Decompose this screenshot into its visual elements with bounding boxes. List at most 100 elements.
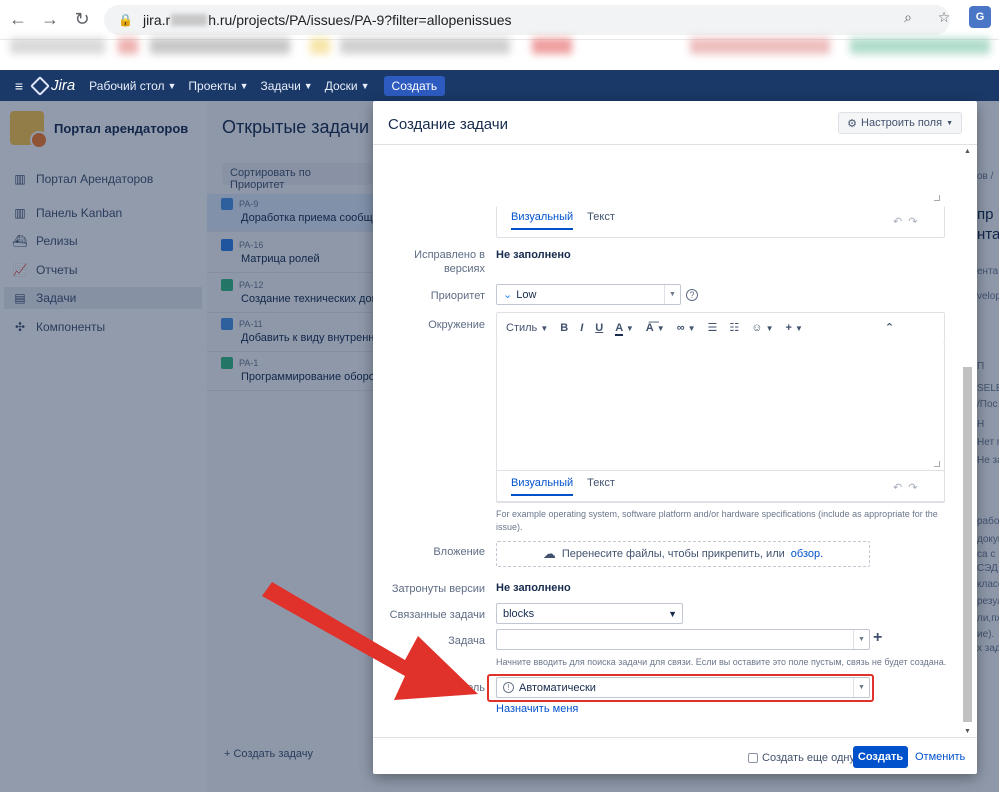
- nav-label: Рабочий стол: [89, 78, 165, 93]
- scrollbar-thumb[interactable]: [963, 367, 972, 722]
- assignee-label: Исполнитель: [418, 682, 485, 694]
- chevron-down-icon: ▼: [668, 608, 677, 619]
- label-line: Исправлено в: [414, 249, 485, 261]
- link-type-value: blocks: [503, 607, 535, 620]
- app-switcher-icon[interactable]: ≡: [5, 78, 33, 94]
- bullet-list-icon[interactable]: ☰: [708, 321, 718, 334]
- forward-icon[interactable]: →: [36, 6, 64, 34]
- bookmark-blurred[interactable]: [150, 38, 290, 54]
- url-prefix: jira.r: [142, 12, 171, 28]
- bookmark-blurred[interactable]: [310, 38, 330, 54]
- more-formatting-icon[interactable]: A͞ ▼: [646, 322, 665, 334]
- link-icon[interactable]: ∞ ▼: [677, 322, 696, 334]
- bold-icon[interactable]: B: [560, 322, 568, 334]
- bookmark-blurred[interactable]: [340, 38, 510, 54]
- create-another-checkbox[interactable]: Создать еще одну: [748, 752, 855, 764]
- style-label: Стиль: [506, 321, 538, 334]
- numbered-list-icon[interactable]: ☷: [729, 321, 739, 334]
- checkbox[interactable]: [748, 753, 758, 763]
- fix-versions-value[interactable]: Не заполнено: [496, 249, 571, 261]
- reload-icon[interactable]: ↻: [68, 6, 96, 34]
- linked-issues-label: Связанные задачи: [389, 609, 485, 621]
- annotation-highlight-box: [487, 674, 874, 702]
- url-redacted: [171, 14, 208, 26]
- browser-actions: ⌕ ☆ G: [897, 6, 991, 28]
- scroll-down-icon[interactable]: ▼: [964, 728, 971, 735]
- browse-link[interactable]: обзор.: [791, 548, 823, 560]
- add-link-plus-icon[interactable]: +: [873, 629, 882, 647]
- undo-redo-icon[interactable]: ↶↷: [893, 481, 923, 494]
- chevron-down-icon: ▼: [167, 80, 177, 91]
- rich-text-toolbar: Стиль ▼ B I U A ▼ A͞ ▼ ∞ ▼ ☰ ☷ ☺ ▼ + ▼ ⌃: [506, 321, 906, 336]
- nav-projects[interactable]: Проекты ▼: [188, 79, 248, 93]
- nav-label: Проекты: [188, 78, 237, 93]
- assign-to-me-link[interactable]: Назначить меня: [496, 703, 578, 715]
- label-line: версиях: [443, 263, 485, 275]
- chevron-down-icon: ▼: [946, 119, 953, 127]
- insert-more-icon[interactable]: + ▼: [785, 322, 802, 334]
- priority-label: Приоритет: [430, 290, 485, 302]
- task-label: Задача: [448, 635, 485, 647]
- text-color-icon[interactable]: A ▼: [615, 321, 634, 336]
- resize-handle-icon[interactable]: [934, 195, 940, 201]
- bookmark-blurred[interactable]: [690, 38, 830, 54]
- nav-issues[interactable]: Задачи ▼: [261, 79, 313, 93]
- bookmark-blurred[interactable]: [118, 38, 138, 54]
- underline-icon[interactable]: U: [595, 322, 603, 334]
- description-editor-tabs: Визуальный Текст: [511, 211, 615, 230]
- jira-logo-text: Jira: [51, 77, 76, 94]
- chevron-down-icon: ▼: [239, 80, 249, 91]
- help-icon[interactable]: ?: [686, 289, 698, 301]
- tab-visual[interactable]: Визуальный: [511, 211, 574, 230]
- bookmark-star-icon[interactable]: ☆: [933, 6, 955, 28]
- configure-fields-button[interactable]: ⚙ Настроить поля ▼: [838, 112, 962, 134]
- translate-extension-icon[interactable]: G: [969, 6, 991, 28]
- chevron-down-icon[interactable]: ▼: [853, 630, 869, 649]
- cancel-link[interactable]: Отменить: [915, 751, 965, 763]
- zoom-icon[interactable]: ⌕: [897, 6, 919, 28]
- chevron-down-icon: ▼: [540, 323, 549, 333]
- address-bar[interactable]: 🔒 jira.r h.ru/projects/PA/issues/PA-9?fi…: [104, 5, 950, 35]
- dialog-header: Создание задачи ⚙ Настроить поля ▼: [373, 101, 977, 145]
- bookmark-blurred[interactable]: [850, 38, 990, 54]
- task-hint: Начните вводить для поиска задачи для св…: [496, 657, 947, 667]
- nav-label: Доски: [324, 78, 358, 93]
- dialog-footer: Создать еще одну Создать Отменить: [373, 737, 977, 774]
- priority-select[interactable]: ⌄ Low ▼: [496, 284, 681, 305]
- chevron-down-icon: ▼: [303, 80, 313, 91]
- chevron-down-icon[interactable]: ▼: [664, 285, 680, 304]
- collapse-toolbar-icon[interactable]: ⌃: [885, 321, 894, 334]
- tab-text[interactable]: Текст: [587, 477, 615, 496]
- emoji-icon[interactable]: ☺ ▼: [751, 322, 773, 334]
- tab-visual[interactable]: Визуальный: [511, 477, 574, 496]
- create-button[interactable]: Создать: [853, 746, 908, 768]
- environment-editor-tabs: Визуальный Текст: [511, 477, 615, 496]
- italic-icon[interactable]: I: [580, 322, 583, 334]
- jira-top-nav: ≡ Jira Рабочий стол ▼ Проекты ▼ Задачи ▼ До…: [0, 70, 999, 101]
- attachment-label: Вложение: [433, 546, 485, 558]
- link-type-select[interactable]: blocks ▼: [496, 603, 683, 624]
- nav-boards[interactable]: Доски ▼: [325, 79, 370, 93]
- create-another-label: Создать еще одну: [762, 752, 855, 764]
- scroll-up-icon[interactable]: ▲: [964, 148, 971, 155]
- attachment-dropzone[interactable]: ☁ Перенесите файлы, чтобы прикрепить, ил…: [496, 541, 870, 567]
- nav-dashboard[interactable]: Рабочий стол ▼: [89, 79, 176, 93]
- tab-text[interactable]: Текст: [587, 211, 615, 230]
- bookmark-blurred[interactable]: [532, 38, 572, 54]
- back-icon[interactable]: ←: [4, 6, 32, 34]
- resize-handle-icon[interactable]: [934, 461, 940, 467]
- gear-icon: ⚙: [847, 117, 858, 130]
- dialog-scrollbar[interactable]: ▲ ▼: [963, 145, 972, 737]
- undo-redo-icon[interactable]: ↶↷: [893, 215, 923, 228]
- affects-versions-value[interactable]: Не заполнено: [496, 582, 571, 594]
- jira-mark-icon: [30, 75, 50, 96]
- style-dropdown[interactable]: Стиль ▼: [506, 322, 548, 334]
- task-picker-input[interactable]: ▼: [496, 629, 870, 650]
- fix-versions-label: Исправлено в версиях: [373, 248, 485, 276]
- nav-label: Задачи: [260, 78, 301, 93]
- environment-label: Окружение: [428, 319, 485, 331]
- environment-hint: For example operating system, software p…: [496, 509, 938, 532]
- nav-create-button[interactable]: Создать: [383, 75, 446, 96]
- jira-logo[interactable]: Jira: [30, 75, 76, 96]
- bookmark-blurred[interactable]: [10, 38, 105, 54]
